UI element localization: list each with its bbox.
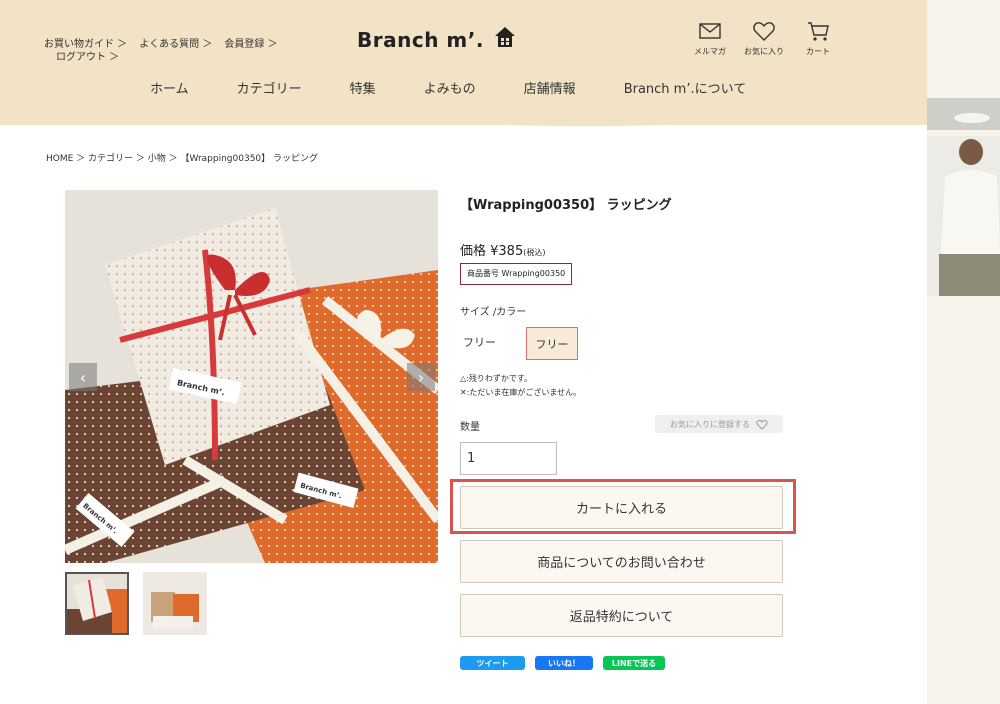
cart-label: カート — [806, 47, 830, 56]
add-favorite-button[interactable]: お気に入りに登録する — [655, 415, 783, 433]
faq-link[interactable]: よくある質問 ＞ — [139, 39, 212, 50]
product-main-image[interactable]: Branch m’. Branch m’. Branch m’. — [65, 190, 438, 563]
heart-outline-icon — [756, 419, 768, 430]
nav-store[interactable]: 店舗情報 — [524, 78, 576, 97]
nav-category[interactable]: カテゴリー — [237, 78, 302, 97]
next-image-arrow[interactable]: › — [407, 363, 435, 391]
mail-icon — [699, 23, 721, 39]
stock-note-out: ✕:ただいま在庫がございません。 — [460, 388, 582, 397]
cart-button[interactable]: カート — [798, 20, 838, 57]
site-logo[interactable]: Branch m’. — [357, 28, 484, 52]
product-sku: 商品番号 Wrapping00350 — [460, 263, 573, 285]
chevron-right-icon: › — [417, 367, 425, 387]
tweet-button[interactable]: ツイート — [460, 656, 525, 670]
breadcrumb[interactable]: HOME ＞ カテゴリー ＞ 小物 ＞ 【Wrapping00350】 ラッピン… — [46, 151, 318, 164]
nav-feature[interactable]: 特集 — [350, 78, 376, 97]
favorites-button[interactable]: お気に入り — [744, 20, 784, 57]
nav-reading[interactable]: よみもの — [424, 78, 476, 97]
twitter-label: ツイート — [476, 658, 509, 668]
variation-option[interactable]: フリー — [463, 334, 496, 350]
global-nav: ホーム カテゴリー 特集 よみもの 店舗情報 Branch m’.について — [150, 78, 794, 97]
guide-link[interactable]: お買い物ガイド ＞ — [44, 39, 127, 50]
price-tax: (税込) — [523, 248, 546, 257]
mail-button[interactable]: メルマガ — [690, 20, 730, 57]
price-value: 価格 ¥385 — [460, 244, 524, 259]
nav-about[interactable]: Branch m’.について — [624, 78, 747, 97]
quantity-input[interactable]: 1 — [460, 442, 557, 475]
header-icons: メルマガ お気に入り カート — [690, 20, 838, 57]
nav-home[interactable]: ホーム — [150, 78, 189, 97]
mail-label: メルマガ — [694, 47, 726, 56]
favorites-label: お気に入り — [744, 47, 784, 56]
inquiry-button[interactable]: 商品についてのお問い合わせ — [460, 540, 783, 583]
product-title: 【Wrapping00350】 ラッピング — [460, 198, 672, 213]
cart-icon — [808, 22, 829, 41]
like-label: いいね！ — [548, 658, 580, 668]
variation-option-selected[interactable]: フリー — [526, 327, 578, 360]
chevron-left-icon: ‹ — [79, 367, 87, 387]
prev-image-arrow[interactable]: ‹ — [69, 363, 97, 391]
logout-link[interactable]: ログアウト ＞ — [56, 52, 119, 63]
facebook-like-button[interactable]: いいね！ — [535, 656, 593, 670]
return-policy-button[interactable]: 返品特約について — [460, 594, 783, 637]
thumbnail-1[interactable] — [65, 572, 129, 635]
side-photo-model[interactable] — [927, 136, 1000, 296]
cart-button-highlight — [450, 479, 796, 534]
thumbnail-2[interactable] — [143, 572, 207, 635]
line-share-button[interactable]: LINEで送る — [603, 656, 665, 670]
register-link[interactable]: 会員登録 ＞ — [224, 39, 277, 50]
size-color-label: サイズ /カラー — [460, 307, 527, 318]
heart-icon — [753, 22, 775, 41]
add-favorite-label: お気に入りに登録する — [670, 419, 750, 429]
header-wave — [0, 96, 1000, 127]
stock-note-low: △:残りわずかです。 — [460, 374, 533, 383]
house-logo-icon — [495, 27, 515, 47]
line-label: LINEで送る — [611, 658, 657, 668]
utility-links: お買い物ガイド ＞ よくある質問 ＞ 会員登録 ＞ ログアウト ＞ — [44, 38, 290, 64]
quantity-label: 数量 — [460, 422, 480, 433]
side-photo-shoes[interactable] — [927, 98, 1000, 130]
product-price: 価格 ¥385(税込) — [460, 240, 545, 259]
